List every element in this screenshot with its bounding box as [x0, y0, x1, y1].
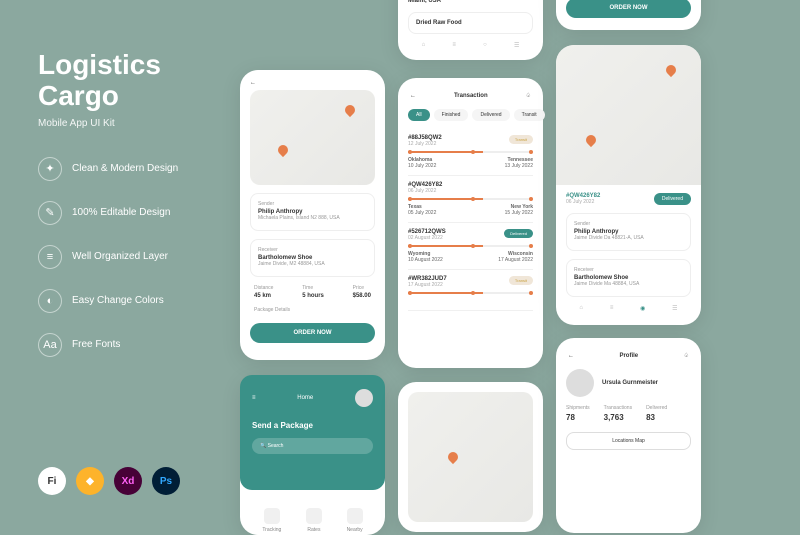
back-icon[interactable]: ← — [250, 80, 375, 86]
route-map[interactable] — [250, 90, 375, 185]
product-subtitle: Mobile App UI Kit — [38, 118, 218, 129]
product-title: Logistics Cargo — [38, 50, 218, 112]
order-button[interactable]: ORDER NOW — [250, 323, 375, 343]
transaction-item[interactable]: #88J58QW2Transit12 July 2022Oklahoma10 J… — [408, 129, 533, 176]
locations-button[interactable]: Locations Map — [566, 432, 691, 450]
order-screen: ← SenderPhilip AnthropyMichaela Plains, … — [240, 70, 385, 360]
map-screen — [398, 382, 543, 532]
tab-finished[interactable]: Finished — [434, 109, 469, 121]
feature-list: ✦Clean & Modern Design ✎100% Editable De… — [38, 157, 218, 357]
tool-icons: Fi ◆ Xd Ps — [38, 467, 180, 495]
back-icon[interactable]: ← — [568, 353, 574, 359]
home-screen: ≡Home Send a Package 🔍 Search Tracking R… — [240, 375, 385, 535]
photoshop-icon: Ps — [152, 467, 180, 495]
tab-delivered[interactable]: Delivered — [472, 109, 509, 121]
figma-icon: Fi — [38, 467, 66, 495]
palette-icon: ◐ — [38, 289, 62, 313]
font-icon: Aa — [38, 333, 62, 357]
transaction-item[interactable]: #526712QWSDelivered02 August 2022Wyoming… — [408, 223, 533, 270]
back-icon[interactable]: ← — [410, 93, 416, 99]
cta-screen: ORDER NOW — [556, 0, 701, 30]
bell-icon[interactable]: ♤ — [684, 352, 689, 359]
transaction-item[interactable]: #QW426Y8206 July 2022Texas05 July 2022Ne… — [408, 176, 533, 223]
edit-icon: ✎ — [38, 201, 62, 225]
avatar[interactable] — [355, 389, 373, 407]
home-icon[interactable]: ⌂ — [422, 42, 426, 49]
avatar[interactable] — [566, 369, 594, 397]
tab-all[interactable]: All — [408, 109, 430, 121]
profile-screen: ←Profile♤ Ursula Gurnmeister Shipments78… — [556, 338, 701, 533]
summary-screen: ToMiami, USA$35.00 Dried Raw Food ⌂≡○☰ — [398, 0, 543, 60]
order-button[interactable]: ORDER NOW — [566, 0, 691, 18]
tab-transit[interactable]: Transit — [514, 109, 545, 121]
bell-icon[interactable]: ♤ — [526, 92, 531, 99]
xd-icon: Xd — [114, 467, 142, 495]
wand-icon: ✦ — [38, 157, 62, 181]
layers-icon: ≡ — [38, 245, 62, 269]
transaction-screen: ←Transaction♤ All Finished Delivered Tra… — [398, 78, 543, 368]
transaction-item[interactable]: #WR382JUD7Transit17 August 2022 — [408, 270, 533, 311]
search-input[interactable]: 🔍 Search — [252, 438, 373, 454]
tracking-screen: #QW426Y8206 July 2022Delivered SenderPhi… — [556, 45, 701, 325]
sketch-icon: ◆ — [76, 467, 104, 495]
